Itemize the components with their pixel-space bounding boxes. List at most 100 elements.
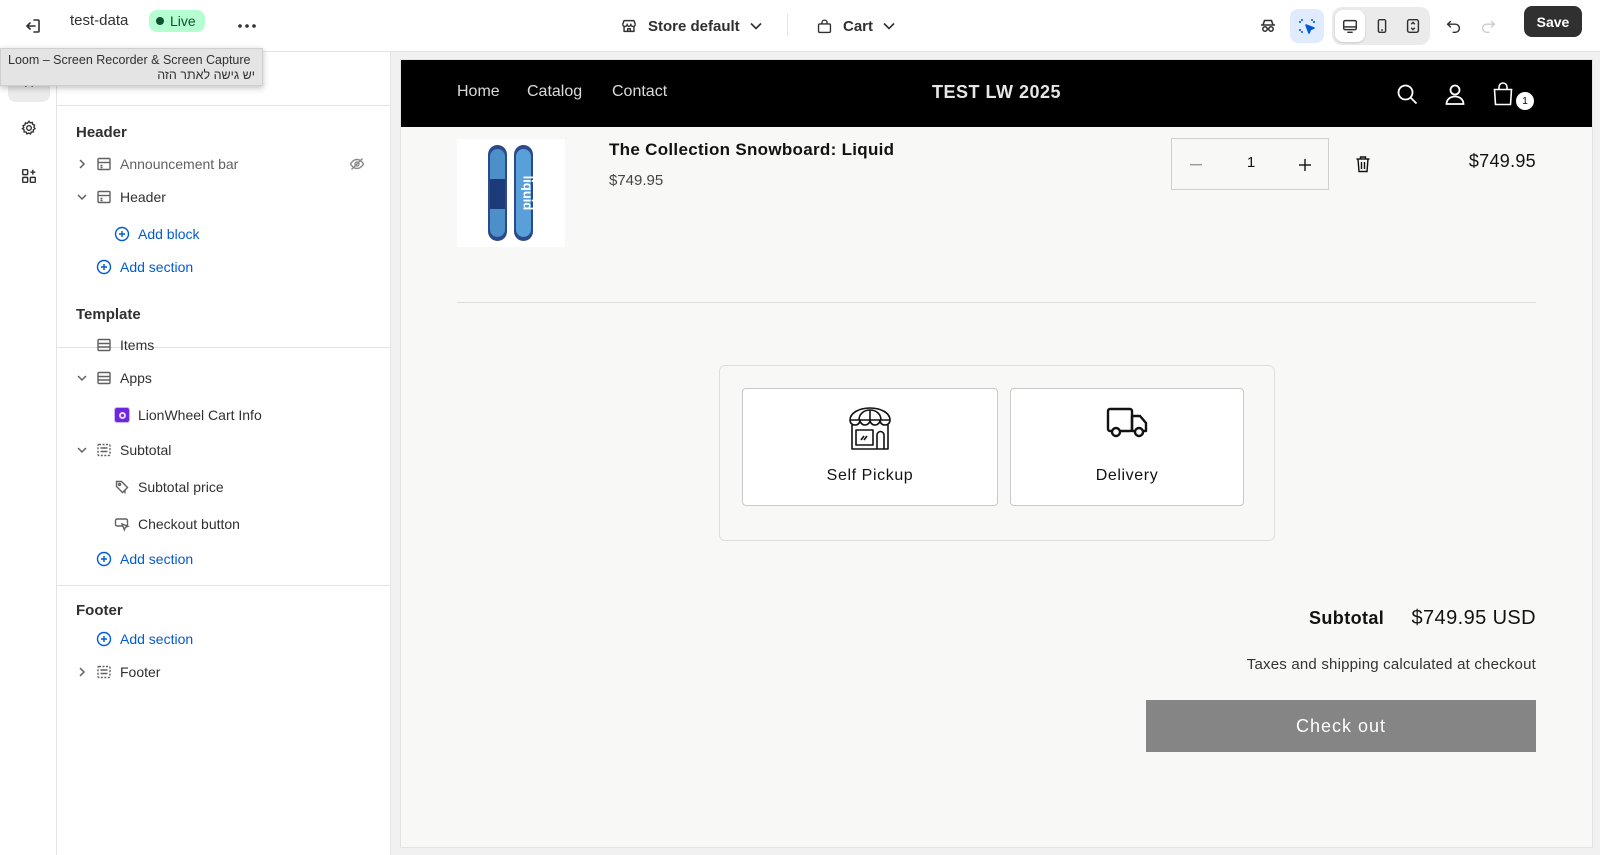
inspector-toggle[interactable] <box>1290 9 1324 43</box>
undo-button[interactable] <box>1437 9 1471 43</box>
block-subtotal-price[interactable]: Subtotal price <box>57 471 391 503</box>
mobile-view-button[interactable] <box>1367 10 1397 42</box>
page-select[interactable]: Cart <box>808 9 903 43</box>
remove-item-button[interactable] <box>1355 155 1371 173</box>
section-label: Announcement bar <box>120 156 239 172</box>
add-section-label: Add section <box>120 259 194 275</box>
section-icon <box>97 665 111 679</box>
store-header: Home Catalog Contact TEST LW 2025 1 <box>401 60 1592 127</box>
plus-circle-icon <box>96 631 112 647</box>
subtotal-value: $749.95 USD <box>1411 607 1536 629</box>
add-section-button[interactable]: Add section <box>57 623 391 655</box>
ellipsis-icon <box>238 24 256 28</box>
section-icon <box>97 190 111 204</box>
add-block-button[interactable]: Add block <box>57 218 391 250</box>
expand-icon <box>1406 18 1420 34</box>
block-lionwheel-cart-info[interactable]: LionWheel Cart Info <box>57 399 391 431</box>
plus-circle-icon <box>114 226 130 242</box>
block-checkout-button[interactable]: Checkout button <box>57 508 391 540</box>
minus-icon <box>1190 164 1202 166</box>
sections-sidebar: Header Announcement bar Header Add block… <box>57 52 391 855</box>
section-items[interactable]: Items <box>57 329 391 361</box>
add-section-button[interactable]: Add section <box>57 543 391 575</box>
exit-icon <box>26 19 40 33</box>
plus-circle-icon <box>96 259 112 275</box>
template-group: Template Items Apps LionWheel Cart Info … <box>57 290 391 586</box>
live-status-label: Live <box>170 13 196 29</box>
chevron-down-icon <box>77 447 87 454</box>
search-icon <box>1397 84 1418 105</box>
section-label: Apps <box>120 370 152 386</box>
self-pickup-label: Self Pickup <box>826 467 914 484</box>
line-item-total: $749.95 <box>1468 151 1536 171</box>
add-block-label: Add block <box>138 226 200 242</box>
checkout-button[interactable]: Check out <box>1146 700 1536 752</box>
section-announcement-bar[interactable]: Announcement bar <box>57 148 391 180</box>
product-title[interactable]: The Collection Snowboard: Liquid <box>609 140 894 160</box>
tooltip-line-2: יש גישה לאתר הזה <box>157 68 255 82</box>
delivery-truck-icon <box>1106 407 1148 438</box>
redo-button[interactable] <box>1471 9 1505 43</box>
theme-select[interactable]: Store default <box>612 9 770 43</box>
store-icon <box>621 19 637 33</box>
section-footer[interactable]: Footer <box>57 656 391 688</box>
desktop-view-button[interactable] <box>1335 10 1365 42</box>
exit-button[interactable] <box>16 9 50 43</box>
subtotal-label: Subtotal <box>1309 608 1385 628</box>
cart-bag-icon <box>1493 82 1513 106</box>
chevron-right-icon <box>79 159 86 169</box>
plus-icon <box>1299 159 1311 171</box>
button-cursor-icon <box>114 518 130 532</box>
section-label: Items <box>120 337 155 353</box>
editor-rail <box>0 52 57 855</box>
store-account-button[interactable] <box>1441 80 1469 108</box>
section-icon <box>97 371 111 385</box>
add-section-button[interactable]: Add section <box>57 251 391 283</box>
chevron-down-icon <box>77 194 87 201</box>
trash-icon <box>1356 156 1370 173</box>
increase-quantity-button[interactable] <box>1290 151 1320 179</box>
fullscreen-view-button[interactable] <box>1398 10 1428 42</box>
cart-divider <box>457 302 1536 303</box>
section-subtotal[interactable]: Subtotal <box>57 434 391 466</box>
theme-select-label: Store default <box>648 17 740 35</box>
redo-icon <box>1481 20 1496 34</box>
lionwheel-cart-info: Self Pickup Delivery <box>719 365 1275 541</box>
more-actions-button[interactable] <box>232 9 262 43</box>
chevron-down-icon <box>883 22 895 30</box>
add-section-label: Add section <box>120 551 194 567</box>
plus-circle-icon <box>96 551 112 567</box>
topbar-divider <box>787 14 788 36</box>
eye-off-icon[interactable] <box>349 156 365 172</box>
self-pickup-option[interactable]: Self Pickup <box>742 388 998 506</box>
live-dot-icon <box>156 17 164 25</box>
section-header[interactable]: Header <box>57 181 391 213</box>
chevron-down-icon <box>77 375 87 382</box>
app-embeds-button[interactable] <box>1251 9 1285 43</box>
cart-count-badge: 1 <box>1516 92 1534 110</box>
footer-group: Footer Add section Footer <box>57 586 391 726</box>
theme-settings-tab[interactable] <box>8 108 50 148</box>
bag-icon <box>817 19 832 33</box>
store-search-button[interactable] <box>1393 80 1421 108</box>
snowboard-brand-text: liquid <box>521 176 536 211</box>
section-icon <box>97 338 111 352</box>
incognito-icon <box>1261 19 1275 32</box>
app-embeds-tab[interactable] <box>8 156 50 196</box>
chevron-down-icon <box>750 22 762 30</box>
chevron-right-icon <box>79 667 86 677</box>
group-title-header: Header <box>76 124 127 141</box>
quantity-stepper: 1 <box>1171 138 1329 190</box>
section-apps[interactable]: Apps <box>57 362 391 394</box>
save-button[interactable]: Save <box>1524 6 1582 37</box>
delivery-option[interactable]: Delivery <box>1010 388 1244 506</box>
decrease-quantity-button[interactable] <box>1181 151 1211 179</box>
select-cursor-icon <box>1299 19 1315 34</box>
undo-icon <box>1446 20 1461 34</box>
store-cart-button[interactable] <box>1489 80 1517 108</box>
product-image[interactable]: liquid <box>457 139 565 247</box>
product-price: $749.95 <box>609 172 664 189</box>
apps-icon <box>21 168 37 184</box>
quantity-input[interactable]: 1 <box>1227 154 1275 171</box>
desktop-icon <box>1342 19 1358 34</box>
